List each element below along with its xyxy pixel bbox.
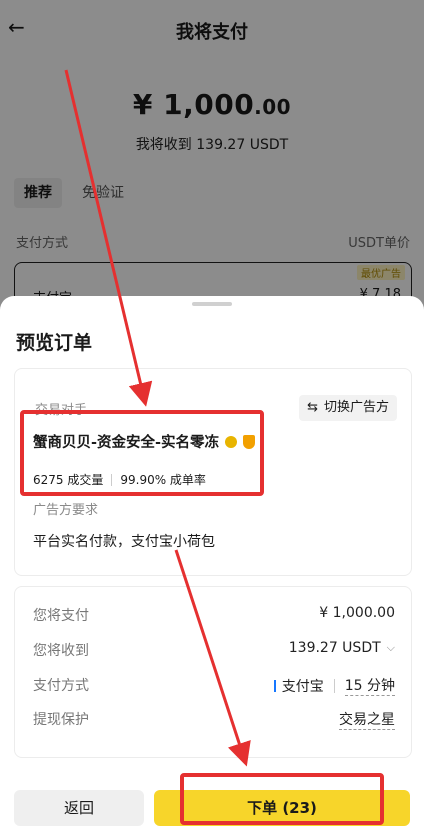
highlight-merchant-box	[20, 410, 264, 496]
arrow-to-merchant	[64, 69, 153, 407]
highlight-order-box	[180, 773, 384, 825]
arrow-to-order-button	[174, 549, 251, 767]
